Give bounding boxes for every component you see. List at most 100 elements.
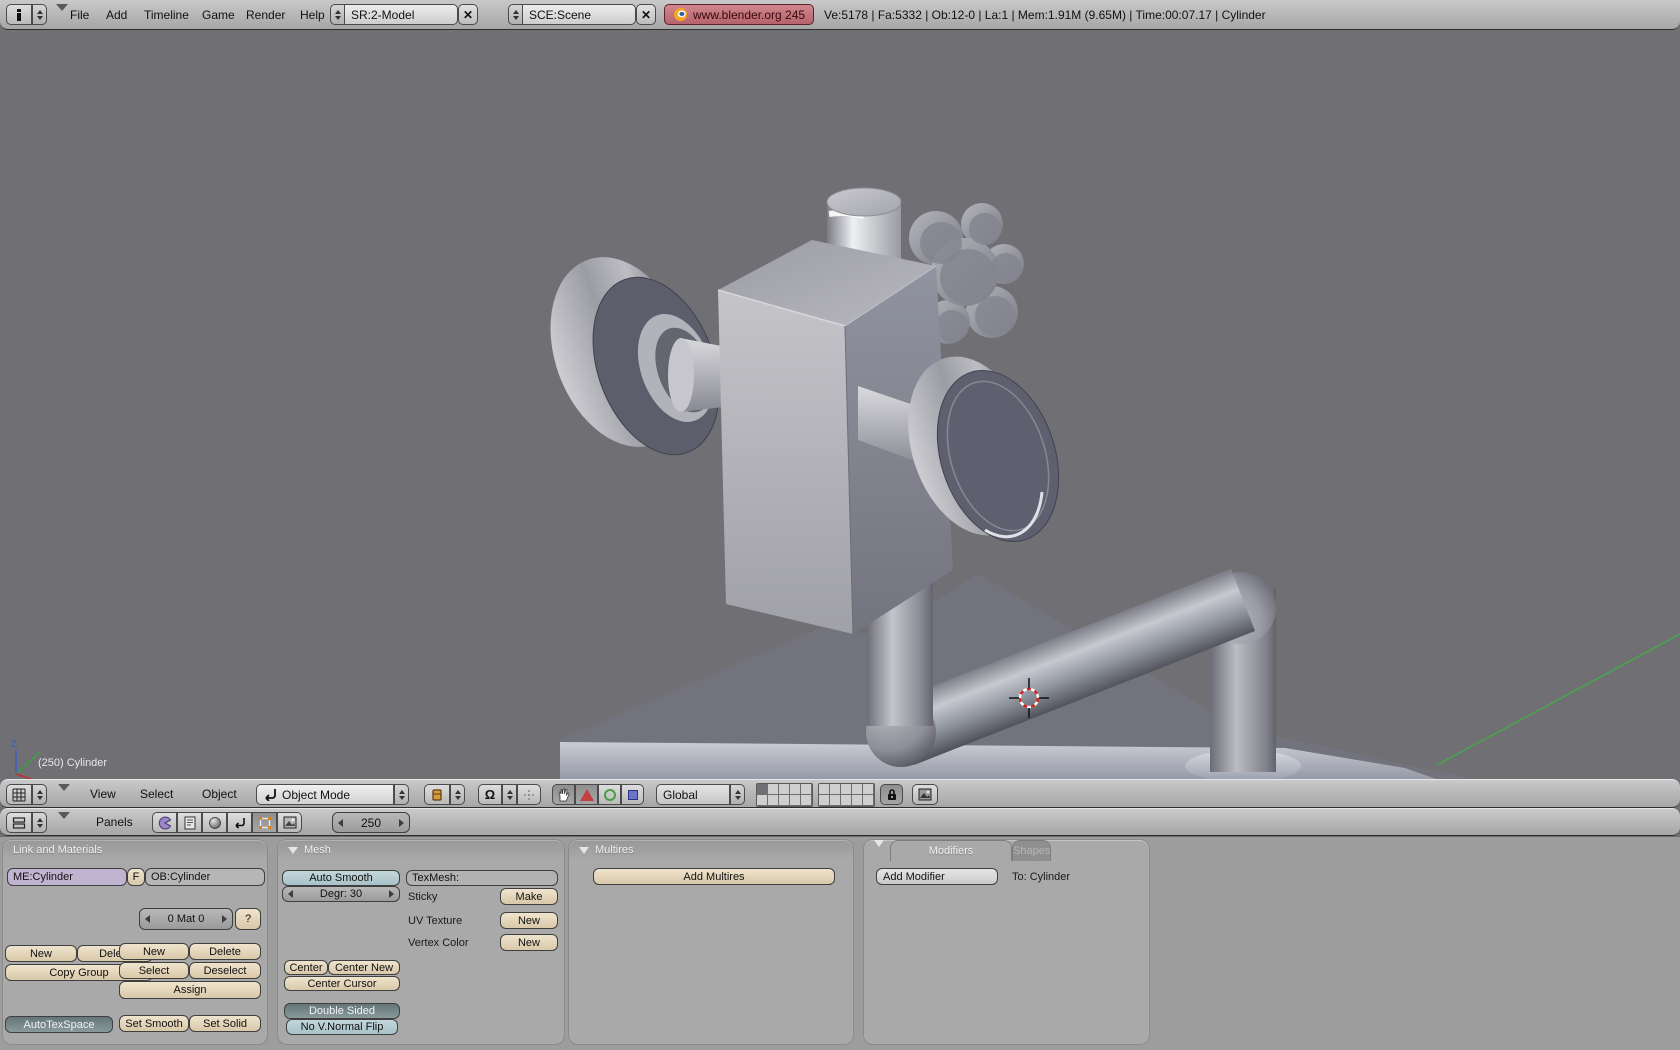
uv-texture-new-button[interactable]: New xyxy=(500,912,558,929)
window-type-button[interactable] xyxy=(6,4,32,25)
layer-toggle[interactable] xyxy=(790,784,801,795)
layer-toggle[interactable] xyxy=(852,795,863,806)
lock-layers-button[interactable] xyxy=(880,784,903,805)
panels-menu[interactable]: Panels xyxy=(92,809,137,835)
degr-decrement-icon[interactable] xyxy=(288,890,293,898)
layer-toggle[interactable] xyxy=(830,784,841,795)
mode-dropdown-stepper[interactable] xyxy=(394,784,409,805)
mesh-datablock-field[interactable]: ME:Cylinder xyxy=(7,868,127,886)
tab-modifiers[interactable]: Modifiers xyxy=(890,840,1012,861)
layer-toggle[interactable] xyxy=(830,795,841,806)
buttons-window-type-button[interactable] xyxy=(6,812,32,833)
context-shading-button[interactable] xyxy=(202,812,227,833)
layer-toggle[interactable] xyxy=(779,784,790,795)
layer-toggle[interactable] xyxy=(779,795,790,806)
layer-toggle[interactable] xyxy=(768,795,779,806)
vgroup-new-button[interactable]: New xyxy=(5,945,77,962)
buttons-window-type-stepper[interactable] xyxy=(32,812,47,833)
layer-toggle[interactable] xyxy=(863,795,874,806)
view3d-window-type-button[interactable] xyxy=(6,784,32,805)
render-preview-button[interactable] xyxy=(912,784,938,805)
orientation-stepper[interactable] xyxy=(730,784,745,805)
autotexspace-toggle[interactable]: AutoTexSpace xyxy=(5,1016,113,1033)
add-multires-button[interactable]: Add Multires xyxy=(593,868,835,885)
double-sided-toggle[interactable]: Double Sided xyxy=(284,1003,400,1019)
add-modifier-button[interactable]: Add Modifier xyxy=(876,868,998,885)
context-logic-button[interactable] xyxy=(152,812,177,833)
context-editing-button[interactable] xyxy=(252,812,277,833)
tab-shapes[interactable]: Shapes xyxy=(1012,840,1052,861)
context-scene-button[interactable] xyxy=(277,812,302,833)
layer-toggle[interactable] xyxy=(801,784,812,795)
draw-type-button[interactable] xyxy=(424,784,450,805)
material-deselect-button[interactable]: Deselect xyxy=(189,962,261,979)
menu-game[interactable]: Game xyxy=(198,0,239,29)
material-assign-button[interactable]: Assign xyxy=(119,981,261,999)
panel-collapse-icon[interactable] xyxy=(288,846,298,854)
layer-toggle[interactable] xyxy=(841,795,852,806)
center-button[interactable]: Center xyxy=(284,960,328,975)
pivot-button[interactable]: Ω xyxy=(478,784,502,805)
draw-type-stepper[interactable] xyxy=(450,784,465,805)
scene-selector-stepper[interactable] xyxy=(508,4,523,25)
mode-dropdown[interactable]: Object Mode xyxy=(256,784,394,805)
center-cursor-button[interactable]: Center Cursor xyxy=(284,976,400,991)
layer-toggle[interactable] xyxy=(863,784,874,795)
manipulator-translate-button[interactable] xyxy=(575,784,598,805)
layer-toggle[interactable] xyxy=(768,784,779,795)
panel-collapse-icon[interactable] xyxy=(579,846,589,854)
screen-selector-field[interactable]: SR:2-Model xyxy=(344,4,458,25)
no-vnormal-flip-toggle[interactable]: No V.Normal Flip xyxy=(286,1019,398,1035)
context-script-button[interactable] xyxy=(177,812,202,833)
menu-timeline[interactable]: Timeline xyxy=(140,0,193,29)
manipulator-toggle-button[interactable] xyxy=(552,784,575,805)
fake-user-button[interactable]: F xyxy=(127,868,145,886)
set-smooth-button[interactable]: Set Smooth xyxy=(119,1015,189,1032)
view3d-collapse-icon[interactable] xyxy=(58,784,70,809)
panel-title[interactable]: Multires xyxy=(569,840,853,860)
degr-increment-icon[interactable] xyxy=(388,890,394,898)
object-name-field[interactable]: OB:Cylinder xyxy=(145,868,265,886)
mat-next-icon[interactable] xyxy=(222,915,227,923)
center-new-button[interactable]: Center New xyxy=(328,960,400,975)
layer-toggle[interactable] xyxy=(801,795,812,806)
window-type-stepper[interactable] xyxy=(32,4,47,25)
frame-decrement-icon[interactable] xyxy=(338,818,343,827)
auto-smooth-toggle[interactable]: Auto Smooth xyxy=(282,870,400,886)
buttons-collapse-icon[interactable] xyxy=(58,812,70,837)
menu-object[interactable]: Object xyxy=(198,780,241,807)
layer-toggle[interactable] xyxy=(790,795,801,806)
degr-slider[interactable]: Degr: 30 xyxy=(282,886,400,902)
layer-toggle[interactable] xyxy=(819,795,830,806)
viewport-3d[interactable]: Z xyxy=(0,30,1680,779)
manipulator-scale-button[interactable] xyxy=(621,784,644,805)
pivot-stepper[interactable] xyxy=(502,784,517,805)
manipulator-rotate-button[interactable] xyxy=(598,784,621,805)
view3d-window-type-stepper[interactable] xyxy=(32,784,47,805)
material-index-selector[interactable]: 0 Mat 0 xyxy=(139,908,233,930)
panel-title[interactable]: Mesh xyxy=(278,840,564,860)
screen-close-button[interactable]: ✕ xyxy=(458,4,478,25)
menu-select[interactable]: Select xyxy=(136,780,177,807)
layer-toggle[interactable] xyxy=(841,784,852,795)
frame-increment-icon[interactable] xyxy=(399,818,404,827)
layer-toggle[interactable] xyxy=(819,784,830,795)
menu-render[interactable]: Render xyxy=(242,0,289,29)
context-object-button[interactable] xyxy=(227,812,252,833)
panel-collapse-icon[interactable] xyxy=(874,840,884,865)
sticky-make-button[interactable]: Make xyxy=(500,888,558,905)
texmesh-field[interactable]: TexMesh: xyxy=(406,870,558,886)
mat-prev-icon[interactable] xyxy=(145,915,150,923)
scene-selector-field[interactable]: SCE:Scene xyxy=(522,4,636,25)
layer-toggle[interactable] xyxy=(757,784,768,795)
vertex-color-new-button[interactable]: New xyxy=(500,934,558,951)
panel-title[interactable]: Link and Materials xyxy=(3,840,267,860)
screen-selector-stepper[interactable] xyxy=(330,4,345,25)
menu-add[interactable]: Add xyxy=(102,0,131,29)
menu-view[interactable]: View xyxy=(86,780,120,807)
scene-close-button[interactable]: ✕ xyxy=(636,4,656,25)
layer-toggle[interactable] xyxy=(757,795,768,806)
frame-number-field[interactable]: 250 xyxy=(332,812,410,833)
menu-help[interactable]: Help xyxy=(296,0,329,29)
move-center-button[interactable] xyxy=(517,784,541,805)
